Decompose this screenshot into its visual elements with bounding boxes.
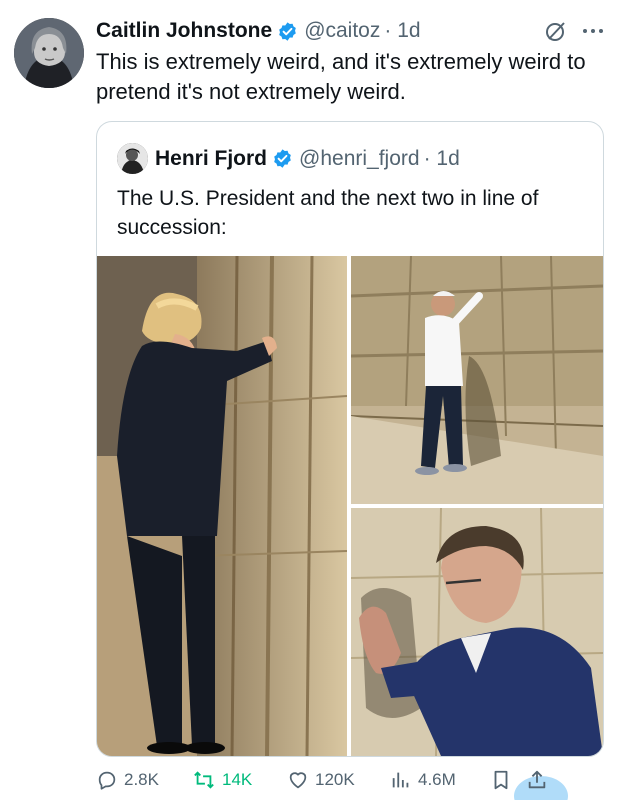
repost-button[interactable]: 14K: [192, 769, 287, 791]
reply-icon: [98, 771, 116, 790]
quote-header: Henri Fjord @henri_fjord · 1d: [155, 143, 460, 174]
repost-icon: [194, 771, 214, 789]
like-button[interactable]: 120K: [287, 769, 390, 791]
quote-verified-badge-icon: [274, 149, 291, 168]
verified-badge-icon: [279, 21, 296, 41]
share-button[interactable]: [514, 768, 568, 800]
quote-time[interactable]: · 1d: [424, 147, 460, 171]
tweet-header: Caitlin Johnstone @caitoz · 1d: [96, 17, 604, 45]
photo-vice-president-at-wall[interactable]: [351, 256, 603, 504]
like-count: 120K: [315, 770, 355, 789]
author-avatar[interactable]: [14, 18, 84, 88]
tweet-time[interactable]: · 1d: [384, 19, 420, 43]
reply-count: 2.8K: [124, 770, 159, 789]
action-bar: 2.8K 14K 120K 4.6M: [96, 760, 608, 800]
tweet-text: This is extremely weird, and it's extrem…: [96, 49, 586, 104]
quote-text: The U.S. President and the next two in l…: [117, 187, 539, 239]
quoted-tweet[interactable]: Henri Fjord @henri_fjord · 1d The U.S. P…: [96, 121, 604, 757]
media-grid: [97, 256, 603, 756]
quote-author-name[interactable]: Henri Fjord: [155, 147, 267, 171]
more-options-icon[interactable]: [582, 28, 604, 34]
quote-author-handle[interactable]: @henri_fjord: [299, 147, 420, 171]
repost-count: 14K: [222, 770, 253, 789]
analytics-icon: [392, 772, 409, 788]
quote-author-avatar[interactable]: [117, 143, 148, 174]
grok-icon[interactable]: [544, 19, 568, 43]
share-icon: [528, 770, 546, 789]
author-name[interactable]: Caitlin Johnstone: [96, 19, 272, 43]
heart-icon: [289, 772, 307, 789]
bookmark-icon: [494, 770, 508, 790]
view-count: 4.6M: [418, 770, 456, 789]
author-handle[interactable]: @caitoz: [304, 19, 380, 43]
photo-president-at-wall[interactable]: [97, 256, 347, 756]
views-button[interactable]: 4.6M: [390, 769, 490, 791]
reply-button[interactable]: 2.8K: [96, 769, 192, 791]
photo-speaker-at-wall[interactable]: [351, 508, 603, 756]
